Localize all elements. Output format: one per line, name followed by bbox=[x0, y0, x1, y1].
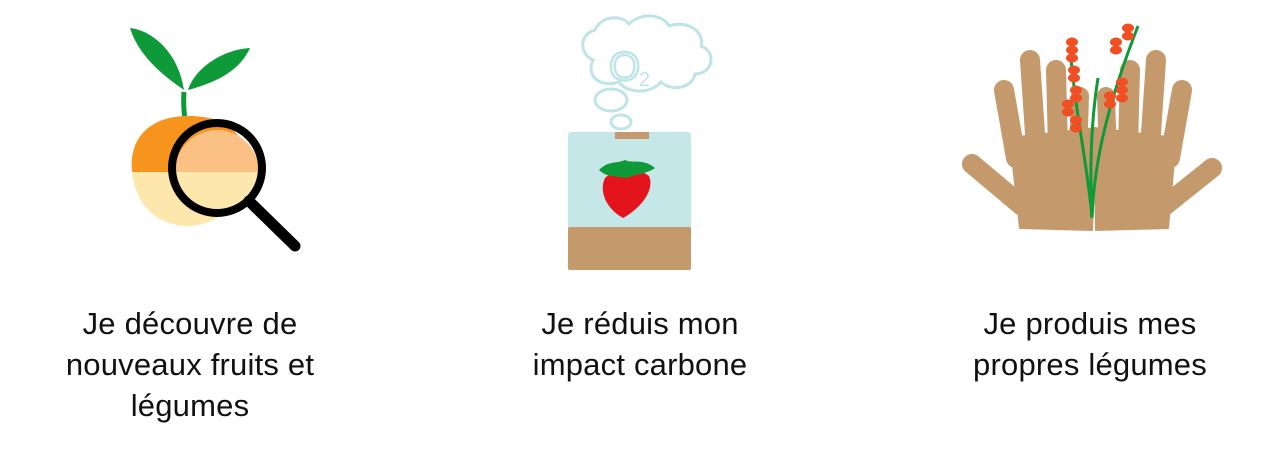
hands-plant-icon bbox=[962, 23, 1222, 231]
feature-carbon: O 2 Je réduis mon impact carbone bbox=[480, 0, 800, 450]
feature-caption: Je découvre de nouveaux fruits et légume… bbox=[65, 306, 315, 423]
feature-grow: Je produis mes propres légumes bbox=[930, 0, 1250, 450]
feature-caption: Je réduis mon impact carbone bbox=[532, 306, 748, 382]
strawberry-box-o2-icon: O 2 bbox=[568, 14, 713, 270]
feature-caption: Je produis mes propres légumes bbox=[973, 306, 1207, 382]
vegetable-magnifier-icon bbox=[130, 28, 301, 252]
o2-subscript: 2 bbox=[639, 69, 650, 91]
o2-label: O bbox=[609, 45, 640, 89]
feature-discover: Je découvre de nouveaux fruits et légume… bbox=[30, 0, 350, 450]
